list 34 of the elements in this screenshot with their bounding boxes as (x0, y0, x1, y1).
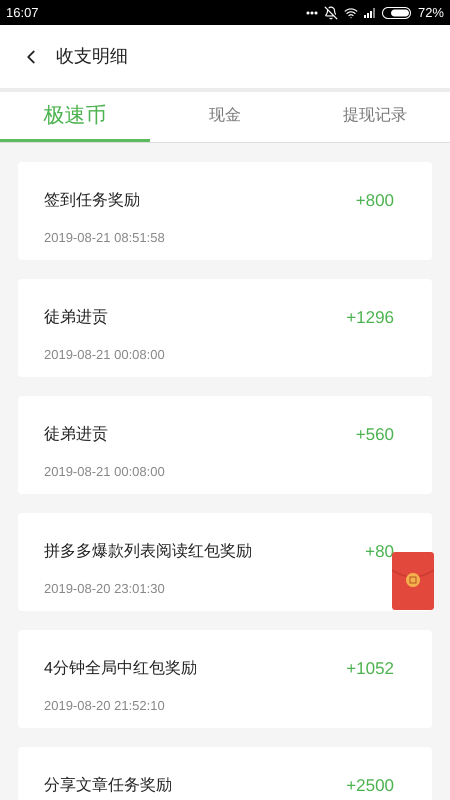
record-time: 2019-08-21 00:08:00 (44, 462, 166, 480)
record-title: 徒弟进贡 (44, 308, 108, 328)
record-time: 2019-08-21 08:51:58 (44, 228, 166, 246)
record-amount: +560 (356, 424, 394, 446)
signal-icon (364, 8, 376, 18)
record-amount: +1052 (346, 658, 394, 680)
bell-off-icon (324, 6, 338, 20)
record-amount: +1296 (346, 307, 394, 329)
record-time: 2019-08-20 23:01:30 (44, 580, 166, 598)
tab[interactable]: 现金 (150, 92, 300, 142)
tab[interactable]: 提现记录 (300, 92, 450, 142)
record-card[interactable]: 签到任务奖励 +800 2019-08-21 08:51:58 (18, 162, 432, 260)
record-time: 2019-08-21 00:08:00 (44, 346, 166, 364)
record-title: 签到任务奖励 (44, 190, 140, 211)
record-card[interactable]: 徒弟进贡 +560 2019-08-21 00:08:00 (18, 396, 432, 494)
record-card[interactable]: 4分钟全局中红包奖励 +1052 2019-08-20 21:52:10 (18, 630, 432, 728)
battery-icon (382, 6, 412, 18)
more-dots-icon (306, 10, 318, 14)
page-title: 收支明细 (56, 45, 128, 68)
record-title: 4分钟全局中红包奖励 (44, 658, 197, 679)
record-time: 2019-08-20 21:52:10 (44, 696, 166, 714)
record-amount: +800 (356, 190, 394, 212)
envelope-button[interactable] (392, 552, 434, 610)
record-title: 拼多多爆款列表阅读红包奖励 (44, 542, 252, 562)
status-time: 16:07 (6, 4, 39, 22)
wifi-icon (344, 6, 358, 20)
record-amount: +2500 (346, 775, 394, 797)
record-card[interactable]: 拼多多爆款列表阅读红包奖励 +80 2019-08-20 23:01:30 (18, 513, 432, 611)
record-title: 分享文章任务奖励 (44, 776, 172, 796)
record-amount: +80 (365, 541, 394, 563)
battery-percent: 72% (418, 4, 444, 22)
record-card[interactable]: 分享文章任务奖励 +2500 (18, 747, 432, 800)
record-card[interactable]: 徒弟进贡 +1296 2019-08-21 00:08:00 (18, 279, 432, 377)
record-title: 徒弟进贡 (44, 424, 108, 445)
